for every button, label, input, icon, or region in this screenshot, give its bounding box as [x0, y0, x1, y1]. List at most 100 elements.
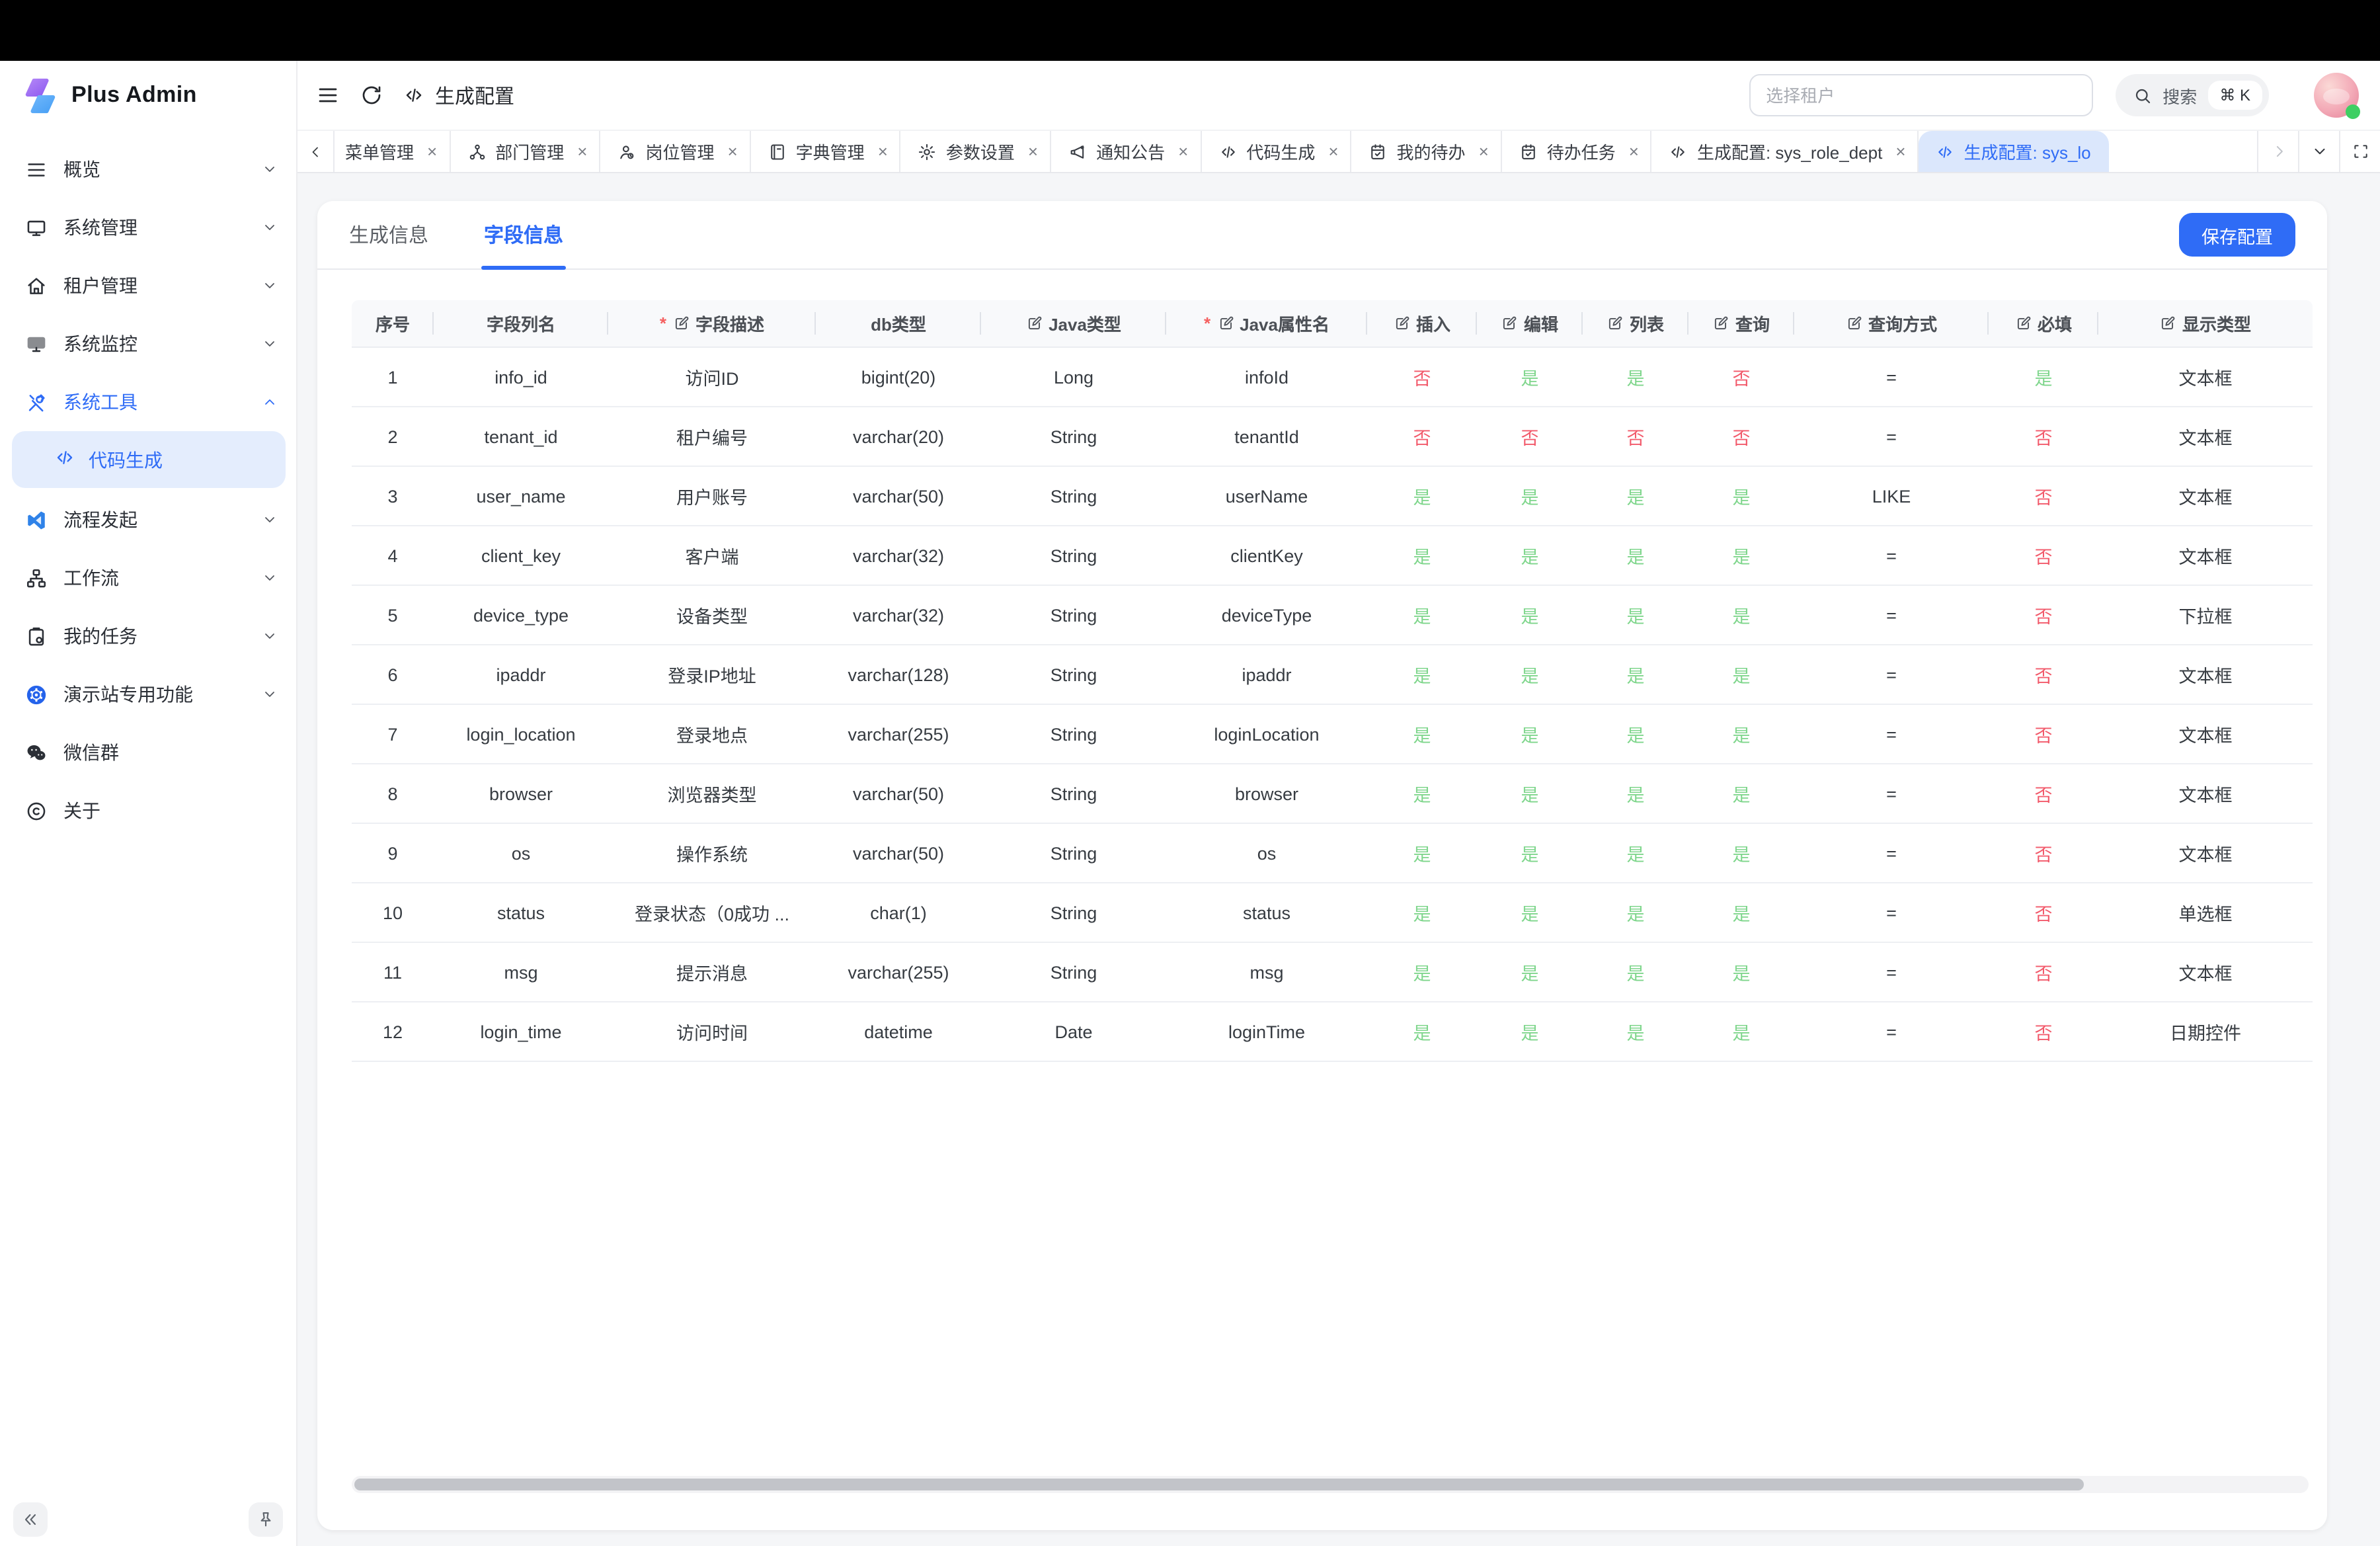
close-icon[interactable]: ×	[1479, 143, 1489, 160]
tools-icon	[24, 390, 48, 414]
cell: 文本框	[2098, 824, 2313, 883]
sidebar-item-my-tasks[interactable]: 我的任务	[0, 607, 296, 665]
hamburger-menu-icon[interactable]	[316, 83, 340, 107]
cell: 是	[1688, 943, 1794, 1002]
cell: 是	[1367, 1002, 1477, 1062]
sidebar-pin-button[interactable]	[249, 1502, 283, 1537]
tab-我的待办[interactable]: 我的待办×	[1352, 131, 1502, 172]
sidebar-item-about[interactable]: 关于	[0, 782, 296, 840]
table-row: 4client_key客户端varchar(32)StringclientKey…	[352, 526, 2313, 586]
cell: 否	[1989, 467, 2098, 526]
cell: =	[1794, 705, 1989, 764]
chevron-down-icon	[262, 686, 278, 702]
tab-生成配置-sys_lo[interactable]: 生成配置: sys_lo	[1919, 131, 2110, 172]
sidebar-collapse-button[interactable]	[13, 1502, 48, 1537]
tab-参数设置[interactable]: 参数设置×	[901, 131, 1051, 172]
sidebar-item-system-monitor[interactable]: 系统监控	[0, 315, 296, 373]
tab-菜单管理[interactable]: 菜单管理×	[335, 131, 450, 172]
cell: loginLocation	[1166, 705, 1367, 764]
cell: 是	[1583, 824, 1688, 883]
close-icon[interactable]: ×	[1895, 143, 1905, 160]
demo-globe-icon	[24, 682, 48, 706]
column-label: 查询	[1735, 311, 1770, 336]
cell: login_location	[434, 705, 608, 764]
sidebar-item-system-tools[interactable]: 系统工具	[0, 373, 296, 431]
home-icon	[24, 274, 48, 298]
fields-table-wrap: 序号字段列名*字段描述db类型Java类型*Java属性名插入编辑列表查询查询方…	[317, 270, 2327, 1062]
sidebar-item-wechat-group[interactable]: 微信群	[0, 723, 296, 782]
cell: 是	[1688, 467, 1794, 526]
tab-待办任务[interactable]: 待办任务×	[1502, 131, 1652, 172]
avatar[interactable]	[2314, 73, 2359, 118]
tab-代码生成[interactable]: 代码生成×	[1201, 131, 1351, 172]
tenant-select-input[interactable]	[1749, 74, 2092, 116]
generator-config-card: 生成信息 字段信息 保存配置 序号字段列名*字段描述db类型Java类型*Jav…	[317, 201, 2327, 1530]
sidebar-item-overview[interactable]: 概览	[0, 140, 296, 198]
tab-生成配置-sys_role_dept[interactable]: 生成配置: sys_role_dept×	[1652, 131, 1919, 172]
horizontal-scrollbar-track[interactable]	[352, 1476, 2309, 1493]
cell: LIKE	[1794, 467, 1989, 526]
content-fullscreen-button[interactable]	[2339, 131, 2380, 172]
tabs-scroll-right-button[interactable]	[2257, 131, 2298, 172]
cell: String	[981, 824, 1166, 883]
tab-岗位管理[interactable]: 岗位管理×	[600, 131, 750, 172]
cell: status	[1166, 883, 1367, 943]
cell: 是	[1477, 883, 1583, 943]
search-label: 搜索	[2162, 83, 2197, 108]
cell: 2	[352, 407, 434, 467]
tab-部门管理[interactable]: 部门管理×	[450, 131, 600, 172]
cell: 否	[1989, 586, 2098, 645]
tab-field-info[interactable]: 字段信息	[484, 201, 563, 268]
tabs-dropdown-button[interactable]	[2298, 131, 2339, 172]
close-icon[interactable]: ×	[1178, 143, 1188, 160]
tab-字典管理[interactable]: 字典管理×	[751, 131, 901, 172]
tab-generate-info[interactable]: 生成信息	[349, 201, 428, 268]
code-icon	[403, 85, 424, 106]
sidebar-item-tenant-mgmt[interactable]: 租户管理	[0, 257, 296, 315]
column-header: 查询	[1688, 300, 1794, 348]
required-asterisk: *	[1204, 313, 1210, 333]
sidebar-item-process-start[interactable]: 流程发起	[0, 491, 296, 549]
cell: 否	[1367, 348, 1477, 407]
global-search[interactable]: 搜索 ⌘ K	[2115, 74, 2269, 116]
display-icon	[24, 332, 48, 356]
save-config-button[interactable]: 保存配置	[2179, 213, 2295, 257]
close-icon[interactable]: ×	[1629, 143, 1639, 160]
close-icon[interactable]: ×	[1028, 143, 1038, 160]
cell: 否	[1688, 407, 1794, 467]
horizontal-scrollbar-thumb[interactable]	[354, 1479, 2084, 1490]
cell: 是	[1583, 705, 1688, 764]
cell: 是	[1367, 645, 1477, 705]
sidebar-nav: 概览系统管理租户管理系统监控系统工具代码生成流程发起工作流我的任务演示站专用功能…	[0, 130, 296, 1546]
close-icon[interactable]: ×	[878, 143, 888, 160]
sidebar-item-demo-features[interactable]: 演示站专用功能	[0, 665, 296, 723]
edit-square-icon	[2160, 315, 2177, 332]
cell: 是	[1688, 645, 1794, 705]
copyright-icon	[24, 799, 48, 823]
cell: 是	[1477, 1002, 1583, 1062]
cell: 是	[1688, 705, 1794, 764]
monitor-icon	[24, 216, 48, 239]
cell: 是	[1367, 943, 1477, 1002]
vscode-icon	[24, 508, 48, 532]
system-top-bar	[0, 0, 2380, 61]
close-icon[interactable]: ×	[727, 143, 737, 160]
sidebar-item-system-mgmt[interactable]: 系统管理	[0, 198, 296, 257]
tab-通知公告[interactable]: 通知公告×	[1051, 131, 1201, 172]
close-icon[interactable]: ×	[577, 143, 587, 160]
sidebar-item-label: 系统监控	[63, 331, 138, 357]
column-label: 插入	[1416, 311, 1450, 336]
sidebar-subitem-label: 代码生成	[89, 446, 163, 473]
close-icon[interactable]: ×	[1328, 143, 1338, 160]
sidebar-item-code-generation[interactable]: 代码生成	[12, 431, 286, 488]
refresh-icon[interactable]	[360, 83, 383, 107]
close-icon[interactable]: ×	[427, 143, 437, 160]
sidebar-item-workflow[interactable]: 工作流	[0, 549, 296, 607]
tab-strip: 菜单管理×部门管理×岗位管理×字典管理×参数设置×通知公告×代码生成×我的待办×…	[298, 131, 2380, 173]
cell: 文本框	[2098, 348, 2313, 407]
table-row: 1info_id访问IDbigint(20)LonginfoId否是是否=是文本…	[352, 348, 2313, 407]
search-shortcut-badge: ⌘ K	[2207, 81, 2262, 110]
column-header: 显示类型	[2098, 300, 2313, 348]
cell: login_time	[434, 1002, 608, 1062]
tabs-scroll-left-button[interactable]	[298, 131, 335, 172]
